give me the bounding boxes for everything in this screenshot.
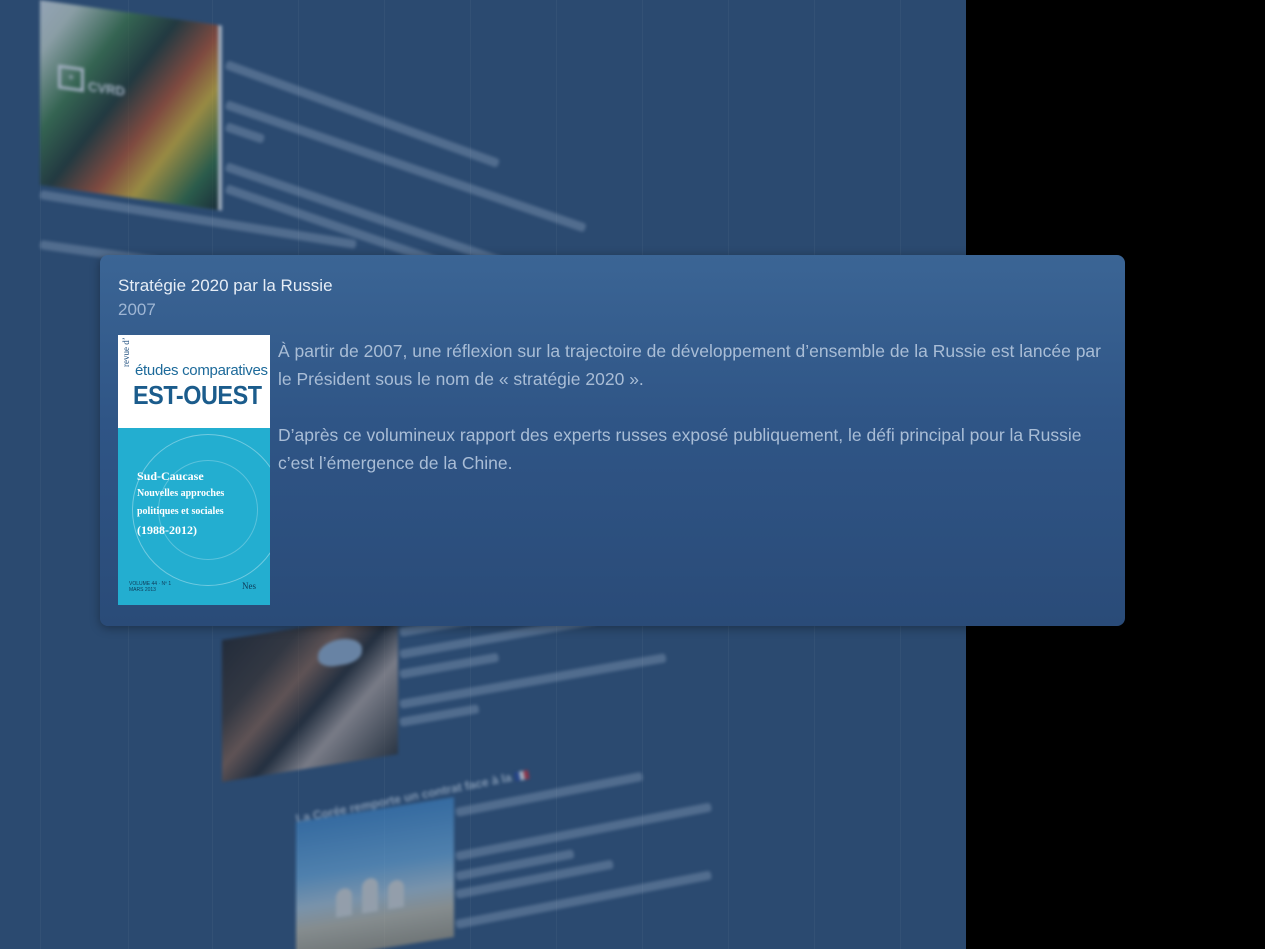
event-title: Stratégie 2020 par la Russie	[118, 276, 333, 295]
cover-volume: VOLUME 44 · Nº 1 MARS 2013	[129, 581, 171, 593]
event-detail-card[interactable]: Stratégie 2020 par la Russie 2007 revue …	[100, 255, 1125, 626]
flag-icon	[514, 770, 531, 782]
nuclear-plant-thumbnail[interactable]	[296, 796, 454, 949]
cover-subtitle-line: Nouvelles approches	[137, 488, 225, 499]
blurred-text-line	[399, 653, 667, 709]
plant-dome	[336, 887, 352, 918]
cover-subtitle-line: politiques et sociales	[137, 506, 224, 517]
turban-shape	[318, 635, 362, 669]
cover-subtitle: Sud-Caucase Nouvelles approches politiqu…	[137, 467, 224, 539]
plant-dome	[362, 877, 378, 914]
obama-singh-thumbnail[interactable]	[222, 612, 398, 782]
cover-subtitle-line: Sud-Caucase	[137, 469, 204, 483]
cover-subtitle-line: (1988-2012)	[137, 523, 197, 537]
description-paragraph: D’après ce volumineux rapport des expert…	[278, 425, 1082, 473]
journal-cover-image[interactable]: revue d’ études comparatives EST-OUEST S…	[118, 335, 270, 605]
blurred-text-line	[399, 704, 480, 727]
event-description: À partir de 2007, une réflexion sur la t…	[278, 337, 1108, 505]
blurred-text-line	[455, 802, 713, 861]
description-paragraph: À partir de 2007, une réflexion sur la t…	[278, 341, 1101, 389]
cvrd-thumbnail[interactable]: + CVRD	[40, 0, 218, 211]
cover-publisher: Nes	[242, 581, 256, 591]
cover-header: revue d’ études comparatives EST-OUEST	[118, 335, 270, 428]
cover-revue-text: revue d’	[121, 337, 131, 367]
event-year: 2007	[118, 300, 156, 319]
cover-est-ouest-text: EST-OUEST	[133, 380, 262, 410]
cvrd-logo-icon: +	[58, 64, 84, 93]
plant-dome	[388, 878, 404, 910]
cover-date: MARS 2013	[129, 587, 156, 593]
blurred-text-line	[455, 870, 713, 929]
blurred-text-line	[224, 100, 587, 233]
cover-etudes-text: études comparatives	[135, 362, 268, 379]
blurred-text-line	[399, 652, 500, 679]
cover-body: Sud-Caucase Nouvelles approches politiqu…	[118, 428, 270, 605]
blurred-text-line	[224, 122, 266, 144]
cvrd-logo-text: CVRD	[88, 78, 125, 99]
